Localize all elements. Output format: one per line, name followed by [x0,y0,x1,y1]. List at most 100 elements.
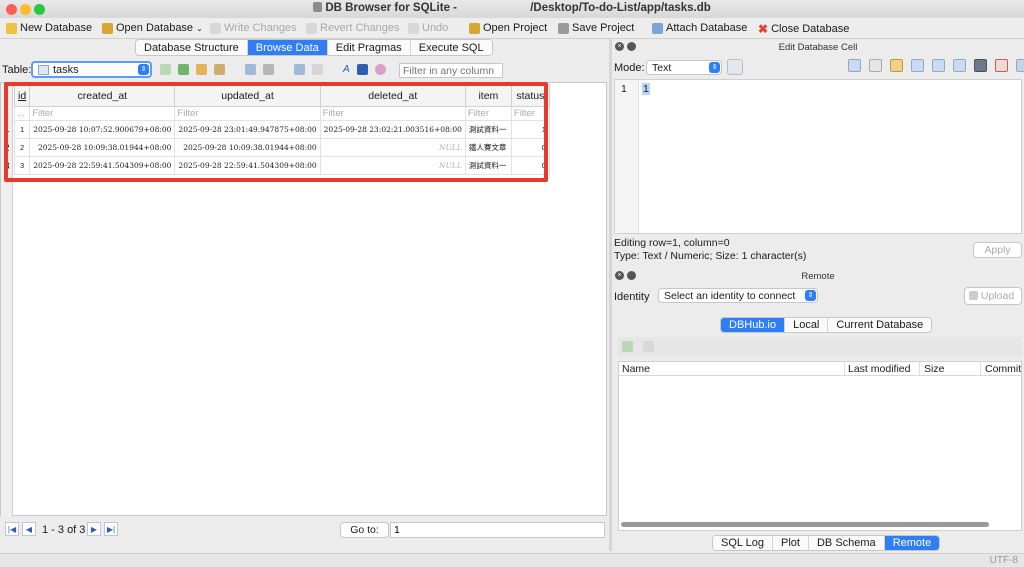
import-icon[interactable] [890,59,903,72]
text-format-icon[interactable]: A [343,64,350,75]
chevron-down-icon: ⌄ [196,23,203,33]
last-record-icon[interactable]: ▶| [104,522,118,536]
col-header-size[interactable]: Size [924,363,944,375]
mode-label: Mode: [614,62,645,74]
open-project-icon [469,22,480,34]
export-icon[interactable] [911,59,924,72]
set-null-icon[interactable] [995,59,1008,72]
next-record-icon[interactable]: ▶ [87,522,101,536]
print-cell-icon[interactable] [1016,59,1024,72]
dock-tabs: SQL Log Plot DB Schema Remote [712,535,941,551]
select-arrows-icon: ⇕ [138,64,149,75]
tab-dbhub[interactable]: DBHub.io [721,318,786,332]
tab-edit-pragmas[interactable]: Edit Pragmas [327,40,411,55]
editing-status: Editing row=1, column=0 [614,237,730,249]
save-table-icon[interactable] [214,64,225,75]
tab-current-database[interactable]: Current Database [828,318,932,332]
mode-value: Text [652,62,672,74]
line-number: 1 [621,83,627,95]
undo-button[interactable]: Undo [408,22,448,34]
remote-title: Remote [801,271,835,282]
close-database-button[interactable]: ✖ Close Database [758,22,849,36]
edit-cell-toolbar [848,59,1024,72]
tab-remote[interactable]: Remote [884,536,940,550]
upload-button[interactable]: Upload [964,287,1022,305]
col-header-name[interactable]: Name [622,363,650,375]
remote-file-list: Name Last modified Size Commit [618,361,1022,531]
color-palette-icon[interactable] [374,64,386,75]
clear-sort-icon[interactable] [196,64,207,75]
type-status: Type: Text / Numeric; Size: 1 character(… [614,250,807,262]
clear-filters-icon[interactable] [160,64,171,75]
refresh-icon[interactable] [622,341,633,352]
record-navigation: |◀ ◀ [5,522,36,536]
write-changes-button[interactable]: Write Changes [210,22,297,34]
go-to-button[interactable]: Go to: [340,522,389,538]
col-header-commit[interactable]: Commit [985,363,1021,375]
database-icon [313,2,323,12]
cell-editor-content[interactable]: 1 [642,83,650,95]
highlight-annotation-box [4,82,548,182]
open-external-icon[interactable] [974,59,987,72]
print-icon[interactable] [263,64,274,75]
tab-plot[interactable]: Plot [773,536,809,550]
save-project-button[interactable]: Save Project [558,22,634,34]
previous-record-icon[interactable]: ◀ [22,522,36,536]
upload-icon [969,291,978,300]
insert-record-icon[interactable] [245,64,256,75]
first-record-icon[interactable]: |◀ [5,522,19,536]
encoding-status: UTF-8 [989,555,1018,566]
tab-browse-data[interactable]: Browse Data [247,40,328,55]
write-icon [210,22,221,34]
tab-database-structure[interactable]: Database Structure [136,40,248,55]
clone-icon[interactable] [643,341,654,352]
title-bar: DB Browser for SQLite - /Desktop/To-do-L… [0,0,1024,18]
window-title: DB Browser for SQLite - /Desktop/To-do-L… [0,2,1024,14]
tab-sql-log[interactable]: SQL Log [713,536,774,550]
select-arrows-icon: ⇕ [805,290,816,301]
main-tabs: Database Structure Browse Data Edit Prag… [135,39,493,56]
open-database-button[interactable]: Open Database ⌄ [102,22,203,34]
delete-record-icon[interactable] [312,64,323,75]
browse-toolbar: A [160,64,386,75]
table-select-value: tasks [53,64,79,76]
new-database-button[interactable]: New Database [6,22,92,34]
apply-button[interactable]: Apply [973,242,1022,258]
open-folder-icon [102,22,113,34]
close-icon: ✖ [758,22,769,36]
revert-icon [306,22,317,34]
col-header-last-modified[interactable]: Last modified [848,363,910,375]
cell-editor[interactable]: 1 1 [614,79,1022,234]
tab-local[interactable]: Local [785,318,829,332]
table-label: Table: [2,64,32,76]
edit-cell-panel: × Edit Database Cell Mode: Text ⇕ 1 1 Ed… [612,39,1024,264]
open-project-button[interactable]: Open Project [469,22,547,34]
identity-select[interactable]: Select an identity to connect ⇕ [658,288,818,303]
remote-toolbar [618,337,1022,357]
go-to-input[interactable] [390,522,605,538]
identity-value: Select an identity to connect [664,290,796,302]
tab-db-schema[interactable]: DB Schema [808,536,885,550]
remote-tabs: DBHub.io Local Current Database [720,317,933,333]
new-record-icon[interactable] [294,64,305,75]
word-wrap-icon[interactable] [848,59,861,72]
save-icon [558,22,569,34]
undo-icon [408,22,419,34]
status-bar: UTF-8 [0,553,1024,567]
remote-panel: × Remote Identity Select an identity to … [612,268,1024,535]
global-filter-input[interactable] [399,63,503,78]
table-select[interactable]: tasks ⇕ [31,61,152,78]
edit-cell-title: Edit Database Cell [778,42,858,53]
indent-icon[interactable] [869,59,882,72]
tab-execute-sql[interactable]: Execute SQL [410,40,492,55]
refresh-icon[interactable] [178,64,189,75]
mode-select[interactable]: Text ⇕ [646,60,722,75]
revert-changes-button[interactable]: Revert Changes [306,22,400,34]
horizontal-scrollbar[interactable] [621,522,989,527]
attach-database-button[interactable]: Attach Database [652,22,747,34]
remote-list-header: Name Last modified Size Commit [619,361,1021,376]
paste-icon[interactable] [953,59,966,72]
auto-switch-mode-icon[interactable] [727,59,743,75]
font-icon[interactable] [356,64,368,75]
copy-icon[interactable] [932,59,945,72]
